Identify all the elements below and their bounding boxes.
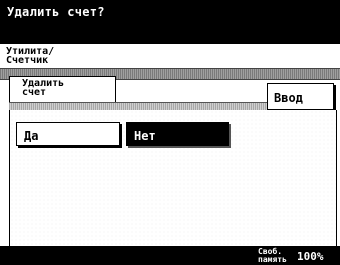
- control-panel-screen: Удалить счет? Утилита/ Счетчик Удалить с…: [0, 0, 340, 265]
- dialog-title: Удалить счет?: [7, 5, 105, 19]
- breadcrumb-line-2: Счетчик: [6, 55, 49, 66]
- title-bar: Удалить счет?: [0, 0, 340, 44]
- breadcrumb-line-1: Утилита/: [6, 46, 55, 57]
- tab-label-line-2: счет: [22, 87, 47, 98]
- enter-button[interactable]: Ввод: [267, 83, 334, 110]
- yes-button[interactable]: Да: [16, 122, 120, 146]
- tab-label: Удалить счет: [22, 79, 64, 98]
- breadcrumb: Утилита/ Счетчик: [6, 46, 332, 66]
- free-memory-label: Своб. память: [258, 248, 287, 264]
- free-memory-value: 100%: [297, 250, 324, 263]
- no-button[interactable]: Нет: [126, 122, 229, 146]
- status-bar: Своб. память 100%: [0, 246, 340, 265]
- tab-delete-counter: Удалить счет: [9, 76, 116, 104]
- free-memory-label-line-2: память: [258, 255, 287, 264]
